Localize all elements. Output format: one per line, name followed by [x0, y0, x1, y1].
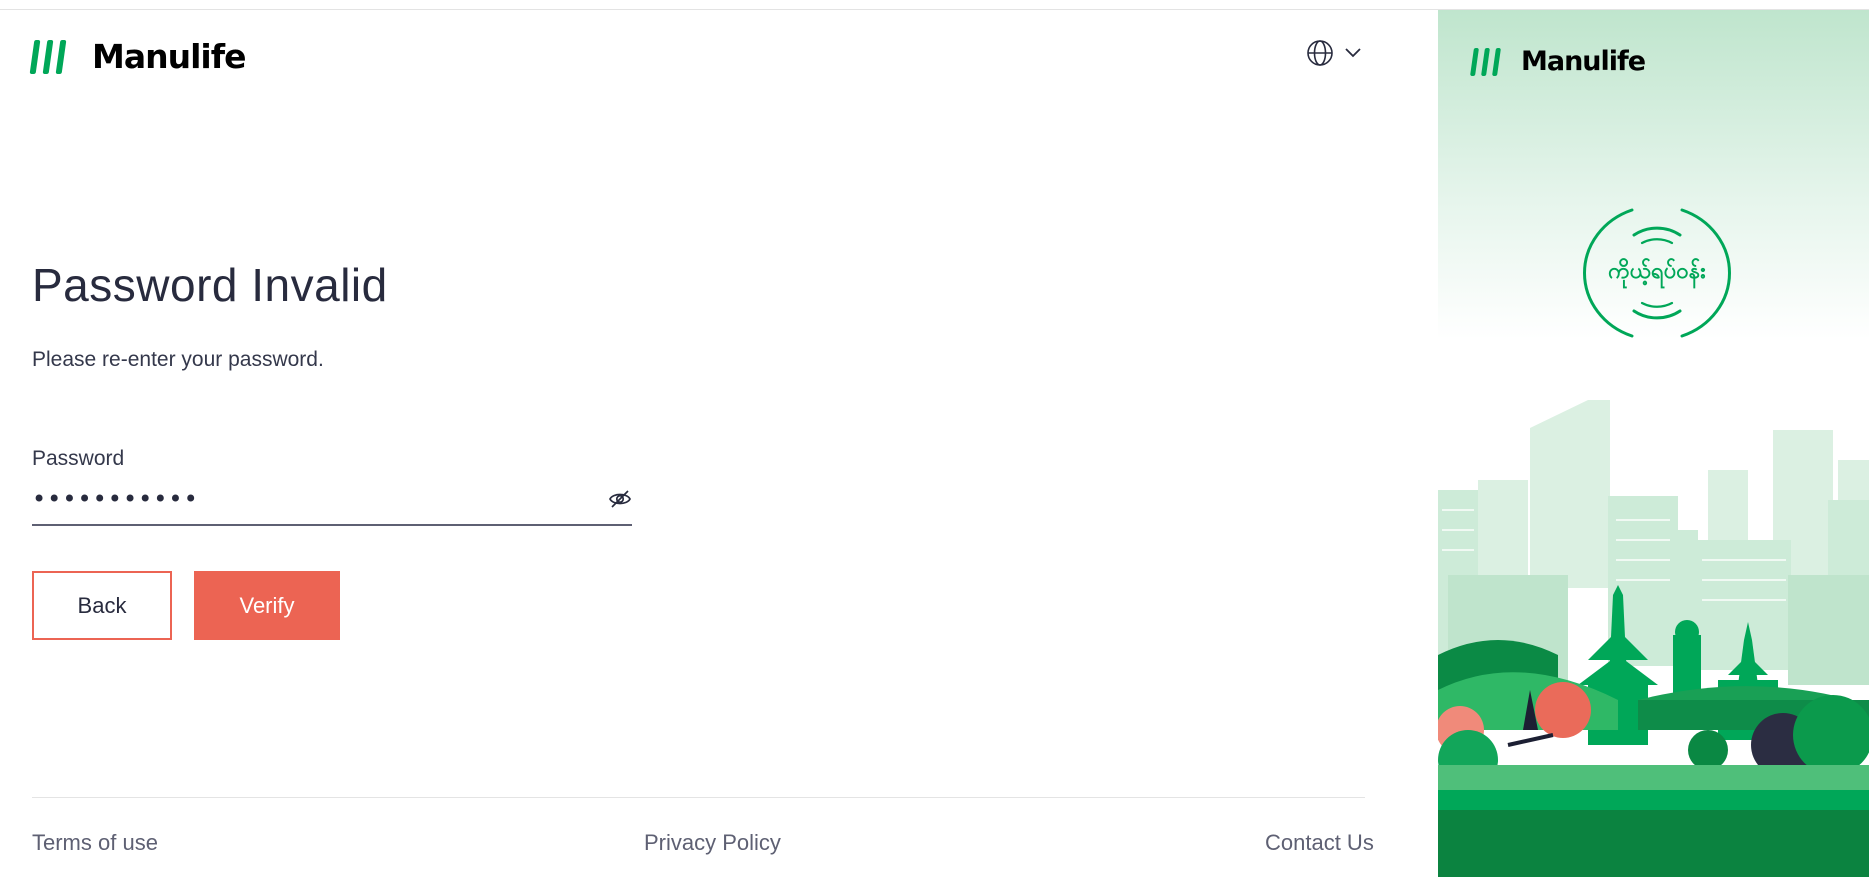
password-label: Password: [32, 447, 125, 470]
terms-of-use-link[interactable]: Terms of use: [32, 830, 158, 856]
eye-slash-icon[interactable]: [608, 487, 632, 511]
globe-icon: [1307, 40, 1333, 66]
manulife-mark-icon: [29, 39, 67, 74]
page-title: Password Invalid: [32, 259, 388, 311]
manulife-mark-icon: [1470, 47, 1501, 76]
contact-us-link[interactable]: Contact Us: [1265, 830, 1374, 856]
page-subtitle: Please re-enter your password.: [32, 348, 324, 371]
badge-text: ကိုယ့်ရပ်ဝန်း: [1608, 259, 1706, 284]
panel-brand-name: Manulife: [1521, 46, 1646, 77]
chevron-down-icon: [1345, 48, 1361, 58]
top-border: [0, 0, 1869, 10]
city-skyline-illustration: [1438, 400, 1869, 877]
side-panel: Manulife ကိုယ့်ရပ်ဝန်း: [1438, 10, 1869, 877]
footer-divider: [32, 797, 1365, 798]
password-input[interactable]: [32, 478, 572, 520]
campaign-badge: ကိုယ့်ရပ်ဝန်း: [1582, 203, 1732, 348]
manulife-logo[interactable]: Manulife: [29, 37, 246, 76]
brand-name: Manulife: [92, 37, 246, 76]
password-field-container: [32, 478, 632, 526]
verify-button[interactable]: Verify: [194, 571, 340, 640]
back-button[interactable]: Back: [32, 571, 172, 640]
privacy-policy-link[interactable]: Privacy Policy: [644, 830, 781, 856]
language-selector[interactable]: [1306, 39, 1362, 67]
panel-manulife-logo: Manulife: [1470, 46, 1646, 77]
